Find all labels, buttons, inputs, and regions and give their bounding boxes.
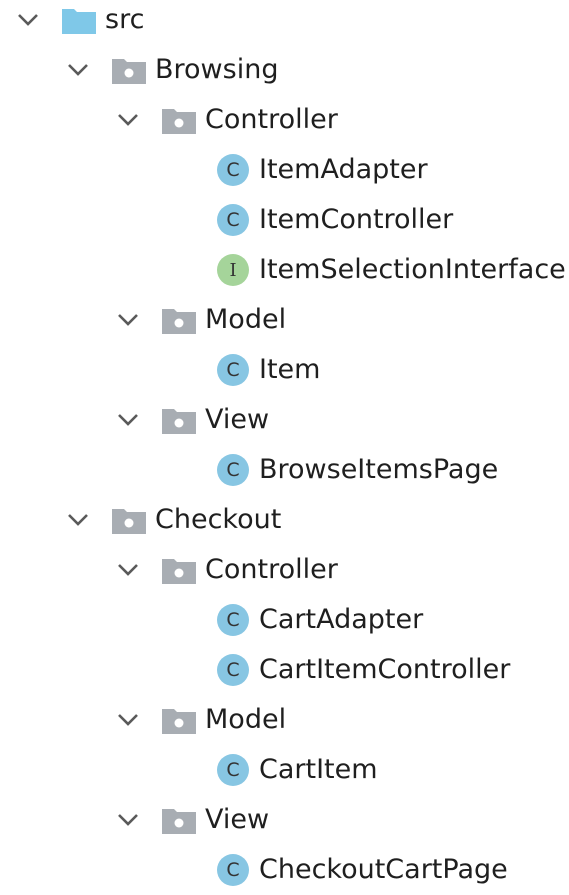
tree-node-label: src: [105, 4, 145, 35]
chevron-down-icon[interactable]: [113, 805, 143, 835]
tree-node-label: View: [205, 804, 270, 835]
chevron-down-icon[interactable]: [113, 105, 143, 135]
class-icon: C: [217, 354, 249, 386]
tree-node-checkout-controller[interactable]: Controller: [0, 545, 569, 595]
tree-node-class-browseitemspage[interactable]: C BrowseItemsPage: [0, 445, 569, 495]
tree-node-label: Model: [205, 304, 287, 335]
tree-node-class-cartadapter[interactable]: C CartAdapter: [0, 595, 569, 645]
tree-node-label: CheckoutCartPage: [259, 854, 508, 885]
tree-node-class-cartitem[interactable]: C CartItem: [0, 745, 569, 795]
tree-node-browsing-model[interactable]: Model: [0, 295, 569, 345]
class-icon: C: [217, 454, 249, 486]
tree-node-label: Checkout: [155, 504, 282, 535]
tree-node-label: Model: [205, 704, 287, 735]
tree-node-class-item[interactable]: C Item: [0, 345, 569, 395]
tree-node-label: Controller: [205, 104, 338, 135]
source-folder-icon: [62, 9, 96, 34]
tree-node-class-itemadapter[interactable]: C ItemAdapter: [0, 145, 569, 195]
tree-node-label: CartItem: [259, 754, 378, 785]
interface-icon: I: [217, 254, 249, 286]
chevron-down-icon[interactable]: [113, 405, 143, 435]
tree-node-label: Controller: [205, 554, 338, 585]
chevron-down-icon[interactable]: [13, 5, 43, 35]
class-icon: C: [217, 754, 249, 786]
tree-node-checkout-model[interactable]: Model: [0, 695, 569, 745]
tree-node-class-itemcontroller[interactable]: C ItemController: [0, 195, 569, 245]
tree-node-src[interactable]: src: [0, 0, 569, 45]
chevron-down-icon[interactable]: [113, 305, 143, 335]
class-icon: C: [217, 204, 249, 236]
tree-node-label: Item: [259, 354, 321, 385]
package-folder-icon: [112, 509, 146, 534]
package-folder-icon: [162, 709, 196, 734]
package-folder-icon: [162, 309, 196, 334]
package-folder-icon: [162, 809, 196, 834]
tree-node-checkout[interactable]: Checkout: [0, 495, 569, 545]
tree-node-label: ItemAdapter: [259, 154, 428, 185]
tree-node-checkout-view[interactable]: View: [0, 795, 569, 845]
tree-node-label: CartAdapter: [259, 604, 424, 635]
tree-node-browsing-view[interactable]: View: [0, 395, 569, 445]
package-folder-icon: [162, 109, 196, 134]
tree-node-label: CartItemController: [259, 654, 511, 685]
tree-node-interface-itemselectioninterface[interactable]: I ItemSelectionInterface: [0, 245, 569, 295]
class-icon: C: [217, 854, 249, 886]
tree-node-label: Browsing: [155, 54, 279, 85]
tree-node-class-cartitemcontroller[interactable]: C CartItemController: [0, 645, 569, 695]
tree-node-browsing[interactable]: Browsing: [0, 45, 569, 95]
package-folder-icon: [162, 559, 196, 584]
chevron-down-icon[interactable]: [113, 555, 143, 585]
package-folder-icon: [112, 59, 146, 84]
chevron-down-icon[interactable]: [113, 705, 143, 735]
class-icon: C: [217, 604, 249, 636]
class-icon: C: [217, 654, 249, 686]
chevron-down-icon[interactable]: [63, 55, 93, 85]
tree-node-class-checkoutcartpage[interactable]: C CheckoutCartPage: [0, 845, 569, 895]
chevron-down-icon[interactable]: [63, 505, 93, 535]
project-tree: src Browsing Controller C ItemAdapter C …: [0, 0, 569, 892]
tree-node-label: BrowseItemsPage: [259, 454, 499, 485]
tree-node-browsing-controller[interactable]: Controller: [0, 95, 569, 145]
tree-node-label: ItemController: [259, 204, 454, 235]
tree-node-label: ItemSelectionInterface: [259, 254, 566, 285]
class-icon: C: [217, 154, 249, 186]
tree-node-label: View: [205, 404, 270, 435]
package-folder-icon: [162, 409, 196, 434]
